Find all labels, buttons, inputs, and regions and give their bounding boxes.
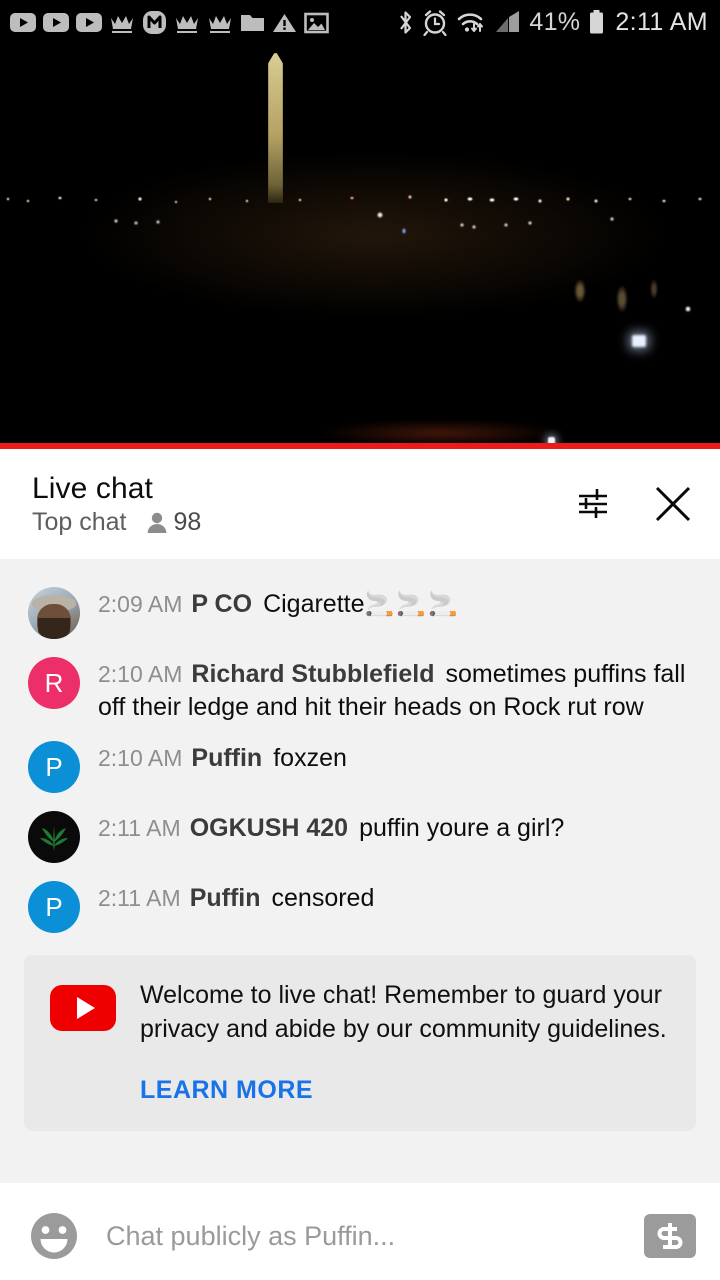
emoji-smiley-icon [31,1213,77,1259]
folder-icon [241,15,264,31]
learn-more-button[interactable]: LEARN MORE [140,1076,313,1105]
chat-message-line: 2:11 AM OGKUSH 420 puffin youre a girl? [98,812,696,845]
youtube-play-icon-1 [10,13,36,32]
chat-input[interactable] [106,1220,644,1252]
chat-message-line: 2:10 AM Richard Stubblefield sometimes puf… [98,658,696,723]
message-author[interactable]: OGKUSH 420 [190,814,348,842]
chat-message-list[interactable]: 2:09 AM P CO Cigarette🚬🚬🚬 R 2:10 AM Richard… [0,559,720,1183]
avatar-puffin[interactable]: P [28,881,80,933]
page-title: Live chat [32,471,153,505]
chat-message-row[interactable]: P 2:10 AM Puffin foxzen [0,731,720,801]
chat-message-row[interactable]: 2:11 AM OGKUSH 420 puffin youre a girl? [0,801,720,871]
crown-icon-1 [111,15,133,33]
video-player[interactable] [0,45,720,449]
chat-input-bar [0,1192,720,1280]
alarm-clock-icon [423,10,447,36]
notice-content: Welcome to live chat! Remember to guard … [50,979,670,1046]
battery-icon [590,10,604,34]
message-timestamp: 2:09 AM [98,591,183,617]
chat-header: Live chat Top chat 98 [0,449,720,565]
chat-subheader: Top chat 98 [32,507,202,537]
avatar-initial: P [45,891,63,922]
chat-message-line: 2:10 AM Puffin foxzen [98,742,696,775]
message-text: censored [271,884,375,912]
chat-mode-label[interactable]: Top chat [32,508,127,537]
avatar-p-co[interactable] [28,587,80,639]
status-bar: 41% 2:11 AM [0,0,720,45]
close-chat-button[interactable] [650,481,696,527]
crown-icon-3 [209,15,231,33]
dollar-superchat-icon [657,1223,683,1249]
avatar-puffin[interactable]: P [28,741,80,793]
chat-header-titles: Live chat Top chat 98 [32,472,201,537]
washington-monument [268,53,283,203]
message-author[interactable]: Puffin [191,744,262,772]
person-icon [147,512,167,533]
youtube-logo-icon [50,985,116,1031]
bright-window-light [632,335,646,347]
chat-header-actions [574,481,696,527]
youtube-play-icon-2 [43,13,69,32]
status-bar-left-icons [10,10,329,35]
emoji-picker-button[interactable] [26,1209,82,1263]
message-text: puffin youre a girl? [359,814,565,842]
message-author[interactable]: Puffin [190,884,261,912]
chat-message-body: 2:10 AM Puffin foxzen [80,739,696,775]
crown-icon-2 [176,15,198,33]
superchat-button[interactable] [644,1214,696,1258]
avatar-initial: R [44,667,64,698]
wifi-icon [458,13,484,32]
tune-sliders-icon [579,489,607,518]
avatar-ogkush-420[interactable] [28,811,80,863]
avatar-initial: P [45,751,63,782]
notice-text: Welcome to live chat! Remember to guard … [140,981,667,1043]
foreground-lights [0,211,720,331]
signal-icon [496,11,520,32]
message-timestamp: 2:11 AM [98,815,181,841]
youtube-play-triangle [76,997,95,1019]
message-author[interactable]: Richard Stubblefield [191,660,434,688]
avatar-richard-stubblefield[interactable]: R [28,657,80,709]
warning-icon [273,13,296,32]
city-skyline-lights [0,193,720,211]
chat-message-body: 2:11 AM OGKUSH 420 puffin youre a girl? [80,809,696,845]
message-timestamp: 2:11 AM [98,885,181,911]
message-timestamp: 2:10 AM [98,661,183,687]
chat-message-row[interactable]: P 2:11 AM Puffin censored [0,871,720,941]
close-x-icon [655,486,691,522]
chat-message-line: 2:09 AM P CO Cigarette🚬🚬🚬 [98,588,696,621]
chat-message-row[interactable]: R 2:10 AM Richard Stubblefield sometimes p… [0,647,720,731]
chat-message-row[interactable]: 2:09 AM P CO Cigarette🚬🚬🚬 [0,577,720,647]
clock-label: 2:11 AM [615,8,708,36]
image-icon [304,12,329,33]
message-emoji: 🚬🚬🚬 [364,591,461,618]
bluetooth-icon [400,11,412,34]
message-timestamp: 2:10 AM [98,745,183,771]
welcome-notice-card: Welcome to live chat! Remember to guard … [24,955,696,1131]
battery-percent-label: 41% [529,8,581,36]
monogram-m-icon [143,11,166,34]
youtube-play-icon-3 [76,13,102,32]
cannabis-leaf-icon [40,826,68,851]
status-bar-right-icons: 41% 2:11 AM [397,9,708,36]
viewer-count: 98 [173,507,202,536]
chat-message-line: 2:11 AM Puffin censored [98,882,696,915]
message-text: foxzen [273,744,347,772]
avatar-beard [38,618,70,639]
viewer-count-group: 98 [145,507,202,537]
chat-message-body: 2:09 AM P CO Cigarette🚬🚬🚬 [80,585,696,621]
chat-settings-button[interactable] [574,483,616,525]
message-text: Cigarette [263,590,365,618]
chat-message-body: 2:10 AM Richard Stubblefield sometimes puf… [80,655,696,723]
message-author[interactable]: P CO [191,590,252,618]
chat-message-body: 2:11 AM Puffin censored [80,879,696,915]
live-chat-screen: 41% 2:11 AM Live chat Top chat 98 2:09 A… [0,0,720,1280]
